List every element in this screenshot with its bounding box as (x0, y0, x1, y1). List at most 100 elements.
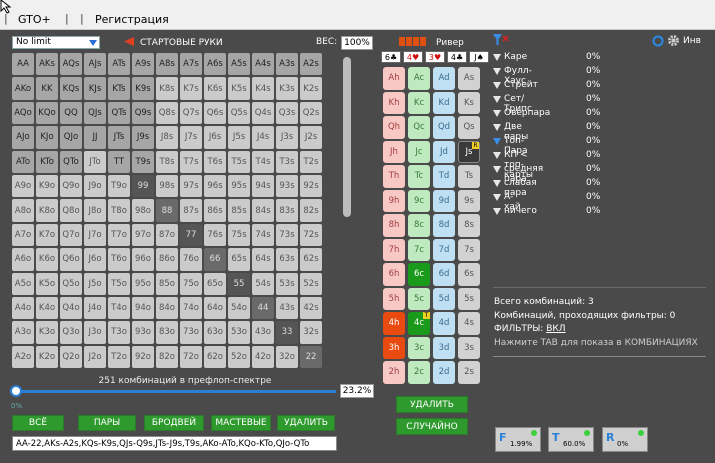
hand-cell-Q2o[interactable]: Q2o (60, 345, 82, 369)
hand-cell-75s[interactable]: 75s (228, 223, 250, 247)
hand-cell-77[interactable]: 77 (180, 223, 202, 247)
hand-cell-Q9s[interactable]: Q9s (132, 101, 154, 125)
deck-card-6c[interactable]: 6c (408, 263, 430, 286)
hand-cell-KJs[interactable]: KJs (84, 77, 106, 100)
hand-cell-99[interactable]: 99 (132, 174, 154, 198)
hand-cell-A8o[interactable]: A8o (12, 199, 34, 222)
hand-cell-87o[interactable]: 87o (156, 223, 178, 247)
hand-cell-33[interactable]: 33 (276, 321, 298, 344)
deck-card-7s[interactable]: 7s (458, 238, 480, 261)
hand-cell-T9s[interactable]: T9s (132, 150, 154, 173)
hand-cell-ATs[interactable]: ATs (108, 53, 130, 76)
hand-cell-54s[interactable]: 54s (252, 272, 274, 295)
hand-cell-J5s[interactable]: J5s (228, 126, 250, 149)
hand-cell-K5s[interactable]: K5s (228, 77, 250, 100)
menu-item-register[interactable]: Регистрация (95, 13, 169, 26)
inv-label[interactable]: Инв (683, 36, 701, 46)
deck-card-2h[interactable]: 2h (383, 361, 405, 384)
hand-cell-63o[interactable]: 63o (204, 321, 226, 344)
hand-cell-JTo[interactable]: JTo (84, 150, 106, 173)
deck-card-Qd[interactable]: Qd (433, 116, 455, 139)
hand-cell-J2o[interactable]: J2o (84, 345, 106, 369)
hand-cell-Q3s[interactable]: Q3s (276, 101, 298, 125)
filter-icon[interactable] (493, 68, 501, 75)
range-slider-handle[interactable] (10, 385, 22, 397)
suited-button[interactable]: МАСТЕВЫЕ (211, 415, 271, 431)
deck-card-Tc[interactable]: Tc (408, 165, 430, 188)
hand-cell-65s[interactable]: 65s (228, 248, 250, 271)
hand-cell-T5o[interactable]: T5o (108, 272, 130, 295)
deck-card-Kh[interactable]: Kh (383, 91, 405, 114)
hand-cell-T2s[interactable]: T2s (300, 150, 322, 173)
hand-cell-A6s[interactable]: A6s (204, 53, 226, 76)
deck-card-7h[interactable]: 7h (383, 238, 405, 261)
deck-card-Qs[interactable]: Qs (458, 116, 480, 139)
hand-cell-AJo[interactable]: AJo (12, 126, 34, 149)
random-board-button[interactable]: СЛУЧАЙНО (396, 418, 468, 435)
filter-icon[interactable] (493, 82, 501, 89)
filter-icon[interactable] (493, 166, 501, 173)
hand-cell-J7s[interactable]: J7s (180, 126, 202, 149)
hand-cell-93s[interactable]: 93s (276, 174, 298, 198)
hand-cell-T7s[interactable]: T7s (180, 150, 202, 173)
hand-cell-Q5o[interactable]: Q5o (60, 272, 82, 295)
hand-cell-86o[interactable]: 86o (156, 248, 178, 271)
street-filter-f[interactable]: F 1.99% (495, 427, 541, 452)
hand-cell-K4o[interactable]: K4o (36, 296, 58, 320)
hand-cell-K6s[interactable]: K6s (204, 77, 226, 100)
hand-cell-K3o[interactable]: K3o (36, 321, 58, 344)
deck-card-Ts[interactable]: Ts (458, 165, 480, 188)
hand-cell-97s[interactable]: 97s (180, 174, 202, 198)
deck-card-5c[interactable]: 5c (408, 287, 430, 310)
hand-cell-52o[interactable]: 52o (228, 345, 250, 369)
hand-cell-87s[interactable]: 87s (180, 199, 202, 222)
hand-cell-42o[interactable]: 42o (252, 345, 274, 369)
hand-cell-53s[interactable]: 53s (276, 272, 298, 295)
board-card-3[interactable]: 3♥ (425, 51, 445, 63)
hand-cell-82o[interactable]: 82o (156, 345, 178, 369)
hand-cell-J5o[interactable]: J5o (84, 272, 106, 295)
hand-cell-K7o[interactable]: K7o (36, 223, 58, 247)
hand-cell-J8s[interactable]: J8s (156, 126, 178, 149)
hand-cell-Q4s[interactable]: Q4s (252, 101, 274, 125)
hand-cell-84s[interactable]: 84s (252, 199, 274, 222)
hand-cell-73s[interactable]: 73s (276, 223, 298, 247)
hand-cell-K8s[interactable]: K8s (156, 77, 178, 100)
hand-cell-Q6o[interactable]: Q6o (60, 248, 82, 271)
hand-cell-Q8s[interactable]: Q8s (156, 101, 178, 125)
deck-card-8c[interactable]: 8c (408, 214, 430, 237)
hand-cell-Q2s[interactable]: Q2s (300, 101, 322, 125)
deck-card-Js[interactable]: Js R (458, 140, 480, 163)
deck-card-6s[interactable]: 6s (458, 263, 480, 286)
filter-header[interactable] (493, 34, 509, 49)
hand-cell-A5s[interactable]: A5s (228, 53, 250, 76)
hand-cell-KQo[interactable]: KQo (36, 101, 58, 125)
filter-icon[interactable] (493, 194, 501, 201)
hand-cell-J4o[interactable]: J4o (84, 296, 106, 320)
hand-cell-J9o[interactable]: J9o (84, 174, 106, 198)
hand-cell-83s[interactable]: 83s (276, 199, 298, 222)
deck-card-3h[interactable]: 3h (383, 336, 405, 359)
hand-cell-ATo[interactable]: ATo (12, 150, 34, 173)
hand-cell-85o[interactable]: 85o (156, 272, 178, 295)
hand-cell-T3s[interactable]: T3s (276, 150, 298, 173)
deck-card-2s[interactable]: 2s (458, 361, 480, 384)
street-filter-t[interactable]: T 60.0% (548, 427, 594, 452)
hand-cell-AKs[interactable]: AKs (36, 53, 58, 76)
hand-cell-64o[interactable]: 64o (204, 296, 226, 320)
range-percent-input[interactable]: 23.2% (340, 384, 374, 398)
deck-card-3d[interactable]: 3d (433, 336, 455, 359)
delete-board-button[interactable]: УДАЛИТЬ (396, 396, 468, 413)
hand-cell-KTo[interactable]: KTo (36, 150, 58, 173)
filter-icon[interactable] (493, 54, 501, 61)
deck-card-3s[interactable]: 3s (458, 336, 480, 359)
deck-card-Jd[interactable]: Jd (433, 140, 455, 163)
hand-cell-76s[interactable]: 76s (204, 223, 226, 247)
deck-card-2c[interactable]: 2c (408, 361, 430, 384)
hand-cell-Q8o[interactable]: Q8o (60, 199, 82, 222)
deck-card-9d[interactable]: 9d (433, 189, 455, 212)
range-slider-track[interactable] (14, 390, 336, 393)
hand-cell-JTs[interactable]: JTs (108, 126, 130, 149)
hand-cell-J6s[interactable]: J6s (204, 126, 226, 149)
deck-card-5d[interactable]: 5d (433, 287, 455, 310)
